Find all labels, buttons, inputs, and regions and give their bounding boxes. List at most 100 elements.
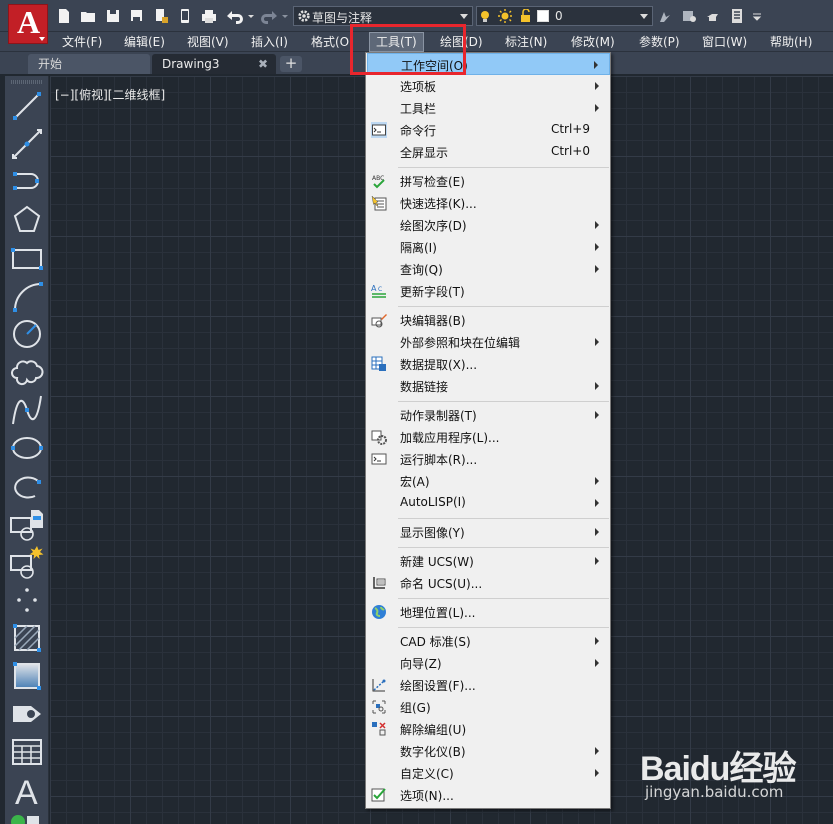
submenu-arrow-icon	[594, 61, 598, 69]
menu-item-label: 组(G)	[400, 701, 431, 715]
menu-item-label: 自定义(C)	[400, 767, 454, 781]
line-tool[interactable]	[9, 88, 45, 124]
add-selected-tool[interactable]	[9, 810, 45, 824]
menu-window[interactable]: 窗口(W)	[702, 32, 747, 52]
menu-item-macro[interactable]: 宏(A)	[367, 470, 610, 492]
menu-item-update-fields[interactable]: AC 更新字段(T)	[367, 280, 610, 302]
hatch-icon	[13, 624, 41, 652]
menu-item-data-links[interactable]: 数据链接	[367, 375, 610, 397]
autocad-logo-icon: A	[17, 4, 41, 40]
menu-item-digitizer[interactable]: 数字化仪(B)	[367, 740, 610, 762]
menu-help[interactable]: 帮助(H)	[770, 32, 812, 52]
menu-item-action-recorder[interactable]: 动作录制器(T)	[367, 404, 610, 426]
menu-item-inquiry[interactable]: 查询(Q)	[367, 258, 610, 280]
tab-drawing3[interactable]: Drawing3 ✖	[152, 54, 276, 74]
save-as-icon[interactable]	[129, 8, 145, 24]
arc-tool[interactable]	[9, 278, 45, 314]
ellipse-tool[interactable]	[9, 430, 45, 466]
customize-qat-icon[interactable]	[751, 8, 763, 24]
ellipse-arc-tool[interactable]	[9, 468, 45, 504]
menu-item-label: 选项(N)...	[400, 789, 454, 803]
save-icon[interactable]	[105, 8, 121, 24]
table-tool[interactable]	[9, 734, 45, 770]
menu-item-label: 更新字段(T)	[400, 285, 465, 299]
menu-insert[interactable]: 插入(I)	[251, 32, 288, 52]
undo-icon[interactable]	[225, 8, 245, 24]
region-icon	[13, 706, 41, 722]
open-file-icon[interactable]	[80, 8, 96, 24]
menu-item-xref-in-place-edit[interactable]: 外部参照和块在位编辑	[367, 331, 610, 353]
match-properties-icon[interactable]	[705, 8, 721, 24]
submenu-arrow-icon	[595, 528, 599, 536]
new-file-icon[interactable]	[56, 8, 72, 24]
tab-start[interactable]: 开始	[28, 54, 150, 74]
circle-tool[interactable]	[9, 316, 45, 352]
hatch-tool[interactable]	[9, 620, 45, 656]
new-tab-button[interactable]: +	[280, 56, 302, 72]
menu-item-group[interactable]: 组(G)	[367, 696, 610, 718]
menu-item-isolate[interactable]: 隔离(I)	[367, 236, 610, 258]
menu-item-new-ucs[interactable]: 新建 UCS(W)	[367, 550, 610, 572]
application-menu-button[interactable]: A	[8, 4, 48, 44]
spline-icon	[12, 395, 42, 425]
revision-cloud-tool[interactable]	[9, 354, 45, 390]
rectangle-tool[interactable]	[9, 240, 45, 276]
menu-item-palettes[interactable]: 选项板	[367, 75, 610, 97]
menu-edit[interactable]: 编辑(E)	[124, 32, 165, 52]
redo-icon[interactable]	[259, 8, 279, 24]
block-editor-icon	[371, 314, 387, 328]
match-layer-icon[interactable]	[657, 8, 673, 24]
menu-item-draw-order[interactable]: 绘图次序(D)	[367, 214, 610, 236]
redo-dropdown-icon[interactable]	[281, 8, 289, 24]
menu-view[interactable]: 视图(V)	[187, 32, 229, 52]
gradient-tool[interactable]	[9, 658, 45, 694]
toolbar-grip-icon[interactable]	[11, 80, 43, 84]
menu-item-cad-standards[interactable]: CAD 标准(S)	[367, 630, 610, 652]
menu-item-drafting-settings[interactable]: 绘图设置(F)...	[367, 674, 610, 696]
menu-item-spell-check[interactable]: ABC 拼写检查(E)	[367, 170, 610, 192]
print-icon[interactable]	[201, 8, 217, 24]
menu-item-block-editor[interactable]: 块编辑器(B)	[367, 309, 610, 331]
point-tool[interactable]	[9, 582, 45, 618]
menu-modify[interactable]: 修改(M)	[571, 32, 615, 52]
viewport-controls[interactable]: [−][俯视][二维线框]	[55, 86, 165, 103]
submenu-arrow-icon	[595, 747, 599, 755]
mobile-share-icon[interactable]	[177, 8, 193, 24]
layer-dropdown[interactable]: 0	[476, 6, 653, 26]
menu-item-autolisp[interactable]: AutoLISP(I)	[367, 492, 610, 514]
plot-publish-icon[interactable]	[153, 8, 169, 24]
menu-format[interactable]: 格式(O)	[311, 32, 354, 52]
menu-item-geographic-location[interactable]: 地理位置(L)...	[367, 601, 610, 623]
layer-previous-icon[interactable]	[681, 8, 697, 24]
menu-dimension[interactable]: 标注(N)	[505, 32, 547, 52]
menu-item-label: 加载应用程序(L)...	[400, 431, 500, 445]
menu-item-quick-select[interactable]: 快速选择(K)...	[367, 192, 610, 214]
spline-tool[interactable]	[9, 392, 45, 428]
workspace-dropdown[interactable]: 草图与注释	[293, 6, 473, 26]
close-icon[interactable]: ✖	[258, 54, 268, 74]
polyline-tool[interactable]	[9, 164, 45, 200]
create-block-tool[interactable]	[9, 544, 45, 580]
menu-parametric[interactable]: 参数(P)	[639, 32, 680, 52]
region-tool[interactable]	[9, 696, 45, 732]
undo-dropdown-icon[interactable]	[247, 8, 255, 24]
menu-item-data-extraction[interactable]: 数据提取(X)...	[367, 353, 610, 375]
menu-item-label: 选项板	[400, 80, 437, 94]
properties-icon[interactable]	[729, 8, 745, 24]
menu-item-named-ucs[interactable]: 命名 UCS(U)...	[367, 572, 610, 594]
menu-item-clean-screen[interactable]: 全屏显示 Ctrl+0	[367, 141, 610, 163]
menu-item-command-line[interactable]: 命令行 Ctrl+9	[367, 119, 610, 141]
menu-item-wizards[interactable]: 向导(Z)	[367, 652, 610, 674]
construction-line-tool[interactable]	[9, 126, 45, 162]
menu-item-customize[interactable]: 自定义(C)	[367, 762, 610, 784]
menu-file[interactable]: 文件(F)	[62, 32, 102, 52]
menu-item-load-application[interactable]: 加载应用程序(L)...	[367, 426, 610, 448]
menu-item-toolbars[interactable]: 工具栏	[367, 97, 610, 119]
polygon-tool[interactable]	[9, 202, 45, 238]
menu-item-display-image[interactable]: 显示图像(Y)	[367, 521, 610, 543]
menu-item-options[interactable]: 选项(N)...	[367, 784, 610, 806]
menu-item-ungroup[interactable]: 解除编组(U)	[367, 718, 610, 740]
insert-block-tool[interactable]	[9, 506, 45, 542]
menu-item-run-script[interactable]: 运行脚本(R)...	[367, 448, 610, 470]
multiline-text-tool[interactable]: A	[9, 772, 45, 812]
